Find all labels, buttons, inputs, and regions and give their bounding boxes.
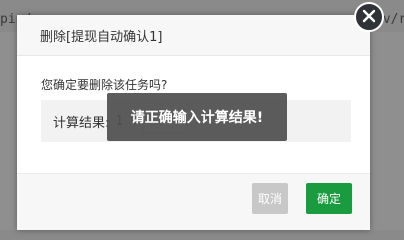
dialog-footer: 取消 确定: [17, 173, 370, 230]
error-toast: 请正确输入计算结果!: [107, 93, 287, 141]
confirm-question: 您确定要删除该任务吗?: [41, 78, 168, 92]
cancel-button[interactable]: 取消: [252, 183, 288, 214]
close-icon: [362, 8, 376, 27]
calc-label: 计算结果:: [53, 115, 110, 131]
background-right: [370, 32, 404, 230]
confirm-button[interactable]: 确定: [306, 183, 352, 214]
background-left: [0, 32, 17, 230]
toast-message: 请正确输入计算结果!: [130, 110, 264, 126]
dialog-header: 删除[提现自动确认1]: [17, 15, 370, 56]
close-button[interactable]: [354, 2, 384, 32]
dialog-title: 删除[提现自动确认1]: [40, 29, 163, 45]
